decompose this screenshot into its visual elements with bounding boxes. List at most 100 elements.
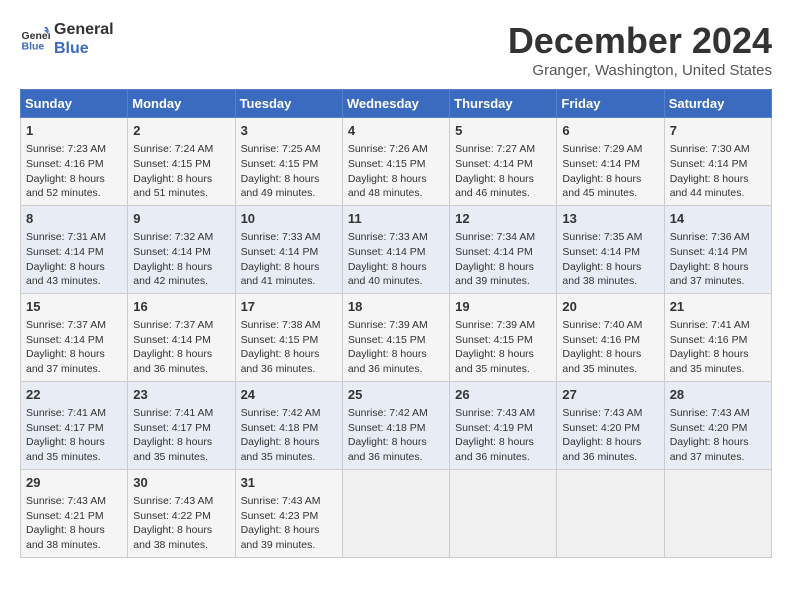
- day-details: Sunrise: 7:37 AMSunset: 4:14 PMDaylight:…: [26, 318, 122, 377]
- day-number: 17: [241, 298, 337, 316]
- calendar-cell: [557, 469, 664, 557]
- day-number: 10: [241, 210, 337, 228]
- calendar-cell: 24Sunrise: 7:42 AMSunset: 4:18 PMDayligh…: [235, 381, 342, 469]
- calendar-cell: 12 Sunrise: 7:34 AMSunset: 4:14 PMDayligh…: [450, 205, 557, 293]
- day-number: 23: [133, 386, 229, 404]
- day-details: Sunrise: 7:26 AMSunset: 4:15 PMDaylight:…: [348, 142, 444, 201]
- calendar-cell: 22 Sunrise: 7:41 AMSunset: 4:17 PMDayligh…: [21, 381, 128, 469]
- logo: General Blue General Blue: [20, 20, 114, 58]
- calendar-cell: 27 Sunrise: 7:43 AMSunset: 4:20 PMDayligh…: [557, 381, 664, 469]
- calendar-cell: 11Sunrise: 7:33 AMSunset: 4:14 PMDayligh…: [342, 205, 449, 293]
- day-details: Sunrise: 7:32 AMSunset: 4:14 PMDaylight:…: [133, 230, 229, 289]
- calendar-week-3: 15Sunrise: 7:37 AMSunset: 4:14 PMDayligh…: [21, 293, 772, 381]
- day-number: 5: [455, 122, 551, 140]
- calendar-cell: [450, 469, 557, 557]
- calendar-cell: 23 Sunrise: 7:41 AMSunset: 4:17 PMDayligh…: [128, 381, 235, 469]
- day-details: Sunrise: 7:36 AMSunset: 4:14 PMDaylight:…: [670, 230, 766, 289]
- calendar-cell: 31Sunrise: 7:43 AMSunset: 4:23 PMDayligh…: [235, 469, 342, 557]
- day-number: 28: [670, 386, 766, 404]
- day-details: Sunrise: 7:43 AMSunset: 4:20 PMDaylight:…: [562, 406, 658, 465]
- day-number: 20: [562, 298, 658, 316]
- calendar-cell: 15Sunrise: 7:37 AMSunset: 4:14 PMDayligh…: [21, 293, 128, 381]
- day-details: Sunrise: 7:34 AMSunset: 4:14 PMDaylight:…: [455, 230, 551, 289]
- day-details: Sunrise: 7:43 AMSunset: 4:22 PMDaylight:…: [133, 494, 229, 553]
- day-details: Sunrise: 7:24 AMSunset: 4:15 PMDaylight:…: [133, 142, 229, 201]
- calendar-cell: 4 Sunrise: 7:26 AMSunset: 4:15 PMDaylight…: [342, 118, 449, 206]
- header-sunday: Sunday: [21, 90, 128, 118]
- day-details: Sunrise: 7:27 AMSunset: 4:14 PMDaylight:…: [455, 142, 551, 201]
- day-number: 1: [26, 122, 122, 140]
- month-title: December 2024: [508, 20, 772, 62]
- calendar-cell: 8 Sunrise: 7:31 AMSunset: 4:14 PMDaylight…: [21, 205, 128, 293]
- calendar-cell: 2 Sunrise: 7:24 AMSunset: 4:15 PMDaylight…: [128, 118, 235, 206]
- calendar-cell: 28 Sunrise: 7:43 AMSunset: 4:20 PMDayligh…: [664, 381, 771, 469]
- day-number: 13: [562, 210, 658, 228]
- day-number: 4: [348, 122, 444, 140]
- logo-line1: General: [54, 20, 114, 39]
- day-details: Sunrise: 7:37 AMSunset: 4:14 PMDaylight:…: [133, 318, 229, 377]
- day-details: Sunrise: 7:35 AMSunset: 4:14 PMDaylight:…: [562, 230, 658, 289]
- calendar-cell: [342, 469, 449, 557]
- header: General Blue General Blue December 2024 …: [20, 20, 772, 79]
- day-number: 29: [26, 474, 122, 492]
- day-number: 19: [455, 298, 551, 316]
- calendar-cell: 1 Sunrise: 7:23 AMSunset: 4:16 PMDaylight…: [21, 118, 128, 206]
- header-wednesday: Wednesday: [342, 90, 449, 118]
- calendar-cell: 5 Sunrise: 7:27 AMSunset: 4:14 PMDaylight…: [450, 118, 557, 206]
- calendar-cell: 3Sunrise: 7:25 AMSunset: 4:15 PMDaylight…: [235, 118, 342, 206]
- day-number: 11: [348, 210, 444, 228]
- calendar-header-row: SundayMondayTuesdayWednesdayThursdayFrid…: [21, 90, 772, 118]
- calendar-cell: 29 Sunrise: 7:43 AMSunset: 4:21 PMDayligh…: [21, 469, 128, 557]
- day-number: 16: [133, 298, 229, 316]
- day-details: Sunrise: 7:43 AMSunset: 4:23 PMDaylight:…: [241, 494, 337, 553]
- header-thursday: Thursday: [450, 90, 557, 118]
- day-number: 14: [670, 210, 766, 228]
- title-section: December 2024 Granger, Washington, Unite…: [508, 20, 772, 79]
- day-number: 30: [133, 474, 229, 492]
- calendar-cell: [664, 469, 771, 557]
- day-number: 12: [455, 210, 551, 228]
- day-number: 24: [241, 386, 337, 404]
- calendar-cell: 9 Sunrise: 7:32 AMSunset: 4:14 PMDaylight…: [128, 205, 235, 293]
- day-details: Sunrise: 7:43 AMSunset: 4:20 PMDaylight:…: [670, 406, 766, 465]
- day-details: Sunrise: 7:39 AMSunset: 4:15 PMDaylight:…: [348, 318, 444, 377]
- header-monday: Monday: [128, 90, 235, 118]
- day-number: 21: [670, 298, 766, 316]
- calendar-cell: 26 Sunrise: 7:43 AMSunset: 4:19 PMDayligh…: [450, 381, 557, 469]
- header-friday: Friday: [557, 90, 664, 118]
- day-details: Sunrise: 7:30 AMSunset: 4:14 PMDaylight:…: [670, 142, 766, 201]
- day-details: Sunrise: 7:25 AMSunset: 4:15 PMDaylight:…: [241, 142, 337, 201]
- day-number: 8: [26, 210, 122, 228]
- day-number: 18: [348, 298, 444, 316]
- calendar-cell: 19Sunrise: 7:39 AMSunset: 4:15 PMDayligh…: [450, 293, 557, 381]
- day-number: 2: [133, 122, 229, 140]
- header-tuesday: Tuesday: [235, 90, 342, 118]
- calendar-cell: 30 Sunrise: 7:43 AMSunset: 4:22 PMDayligh…: [128, 469, 235, 557]
- day-number: 27: [562, 386, 658, 404]
- day-details: Sunrise: 7:31 AMSunset: 4:14 PMDaylight:…: [26, 230, 122, 289]
- day-number: 6: [562, 122, 658, 140]
- calendar-cell: 18 Sunrise: 7:39 AMSunset: 4:15 PMDayligh…: [342, 293, 449, 381]
- calendar-week-2: 8 Sunrise: 7:31 AMSunset: 4:14 PMDaylight…: [21, 205, 772, 293]
- calendar-cell: 10Sunrise: 7:33 AMSunset: 4:14 PMDayligh…: [235, 205, 342, 293]
- day-details: Sunrise: 7:41 AMSunset: 4:17 PMDaylight:…: [133, 406, 229, 465]
- logo-icon: General Blue: [20, 24, 50, 54]
- day-details: Sunrise: 7:42 AMSunset: 4:18 PMDaylight:…: [348, 406, 444, 465]
- calendar-cell: 6 Sunrise: 7:29 AMSunset: 4:14 PMDaylight…: [557, 118, 664, 206]
- day-details: Sunrise: 7:23 AMSunset: 4:16 PMDaylight:…: [26, 142, 122, 201]
- day-number: 22: [26, 386, 122, 404]
- day-number: 25: [348, 386, 444, 404]
- day-number: 7: [670, 122, 766, 140]
- day-number: 26: [455, 386, 551, 404]
- calendar-cell: 16 Sunrise: 7:37 AMSunset: 4:14 PMDayligh…: [128, 293, 235, 381]
- calendar-cell: 13 Sunrise: 7:35 AMSunset: 4:14 PMDayligh…: [557, 205, 664, 293]
- calendar-cell: 14 Sunrise: 7:36 AMSunset: 4:14 PMDayligh…: [664, 205, 771, 293]
- day-details: Sunrise: 7:40 AMSunset: 4:16 PMDaylight:…: [562, 318, 658, 377]
- day-number: 9: [133, 210, 229, 228]
- calendar-cell: 20 Sunrise: 7:40 AMSunset: 4:16 PMDayligh…: [557, 293, 664, 381]
- day-details: Sunrise: 7:29 AMSunset: 4:14 PMDaylight:…: [562, 142, 658, 201]
- calendar-cell: 21Sunrise: 7:41 AMSunset: 4:16 PMDayligh…: [664, 293, 771, 381]
- day-details: Sunrise: 7:43 AMSunset: 4:19 PMDaylight:…: [455, 406, 551, 465]
- day-details: Sunrise: 7:43 AMSunset: 4:21 PMDaylight:…: [26, 494, 122, 553]
- day-details: Sunrise: 7:41 AMSunset: 4:17 PMDaylight:…: [26, 406, 122, 465]
